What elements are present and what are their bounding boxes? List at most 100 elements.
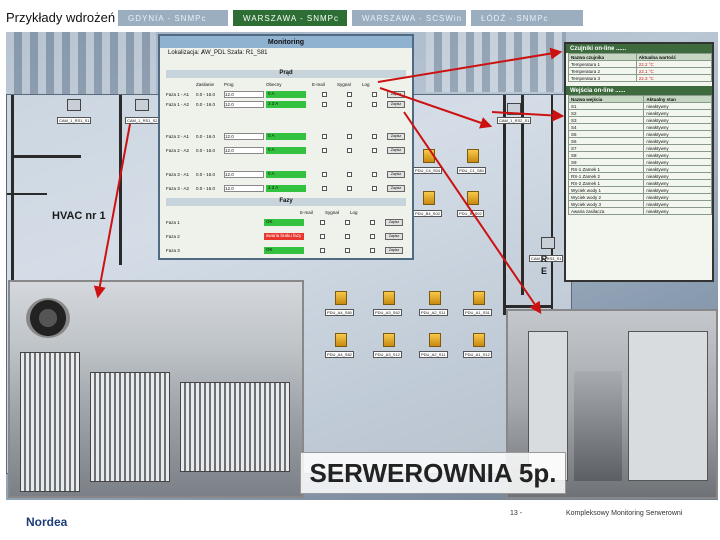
pdu-icon[interactable]	[467, 191, 479, 205]
status-cell: 0 A	[266, 147, 306, 154]
inputs-title: Wejścia on-line ......	[566, 86, 712, 95]
input-state: nieaktywny	[643, 200, 712, 208]
log-checkbox[interactable]	[372, 172, 377, 177]
prad-row: Faza 2 - A2 0.0 - 16.0 12.0 0 A Zapisz	[166, 146, 406, 155]
threshold-input[interactable]: 12.0	[224, 147, 264, 154]
pdu-icon[interactable]	[423, 191, 435, 205]
pdu-label: PDU_A4_S80	[325, 309, 354, 316]
pdu-icon[interactable]	[473, 291, 485, 305]
camera-icon[interactable]	[507, 103, 521, 115]
log-checkbox[interactable]	[370, 248, 375, 253]
log-checkbox[interactable]	[370, 220, 375, 225]
save-button[interactable]: Zapisz	[387, 91, 405, 98]
save-button[interactable]: Zapisz	[387, 171, 405, 178]
camera-icon[interactable]	[541, 237, 555, 249]
prad-row: Faza 3 - A2 0.0 - 16.0 12.0 2.3 A Zapisz	[166, 184, 406, 193]
camera-icon[interactable]	[135, 99, 149, 111]
rack	[90, 372, 170, 482]
input-name: Wyciek wody 3	[567, 200, 645, 208]
log-checkbox[interactable]	[372, 186, 377, 191]
sygnal-checkbox[interactable]	[347, 102, 352, 107]
prad-header-row: Zasilanie Prog Obecny E-mail Sygnal Log	[166, 80, 406, 88]
pdu-label: PDU_A3_S12	[373, 351, 402, 358]
pdu-label: PDU_C4_S04	[413, 167, 443, 174]
email-checkbox[interactable]	[322, 186, 327, 191]
log-checkbox[interactable]	[372, 92, 377, 97]
pdu-icon[interactable]	[335, 291, 347, 305]
threshold-input[interactable]: 12.0	[224, 91, 264, 98]
sygnal-checkbox[interactable]	[347, 134, 352, 139]
input-name: Wyciek wody 2	[567, 193, 645, 201]
save-button[interactable]: Zapisz	[387, 185, 405, 192]
sygnal-checkbox[interactable]	[347, 172, 352, 177]
header-prog: Prog	[224, 81, 234, 87]
row-range: 0.0 - 16.0	[196, 172, 216, 177]
email-checkbox[interactable]	[322, 134, 327, 139]
sygnal-checkbox[interactable]	[345, 248, 350, 253]
monitoring-window: Monitoring Lokalizacja: ȺW_PDL Szafa: R1…	[158, 34, 414, 260]
header-obecny: Obecny	[266, 81, 282, 87]
tab-warszawa-snmpc[interactable]: WARSZAWA - SNMPc	[233, 10, 347, 26]
email-checkbox[interactable]	[322, 92, 327, 97]
save-button[interactable]: Zapisz	[385, 219, 403, 226]
pdu-icon[interactable]	[335, 333, 347, 347]
row-name: Faza 1	[166, 220, 180, 225]
threshold-input[interactable]: 12.0	[224, 171, 264, 178]
email-checkbox[interactable]	[320, 220, 325, 225]
sensor-name: Temperatura 1	[568, 60, 637, 68]
input-state: nieaktywny	[643, 165, 712, 173]
input-name: S9	[567, 158, 645, 166]
input-state: nieaktywny	[643, 179, 712, 187]
tab-gdynia[interactable]: GDYNIA - SNMPc	[118, 10, 228, 26]
pdu-icon[interactable]	[429, 291, 441, 305]
sygnal-checkbox[interactable]	[347, 92, 352, 97]
save-button[interactable]: Zapisz	[385, 233, 403, 240]
server-room-photo	[8, 280, 304, 498]
log-checkbox[interactable]	[372, 102, 377, 107]
save-button[interactable]: Zapisz	[385, 247, 403, 254]
tab-warszawa-scswin[interactable]: WARSZAWA - SCSWin	[352, 10, 466, 26]
input-name: S5	[567, 130, 645, 138]
section-fazy: Fazy	[166, 198, 406, 206]
email-checkbox[interactable]	[322, 172, 327, 177]
threshold-input[interactable]: 12.0	[224, 185, 264, 192]
sygnal-checkbox[interactable]	[347, 148, 352, 153]
camera-icon[interactable]	[67, 99, 81, 111]
log-checkbox[interactable]	[372, 134, 377, 139]
wall	[503, 95, 506, 315]
sygnal-checkbox[interactable]	[347, 186, 352, 191]
sygnal-checkbox[interactable]	[345, 234, 350, 239]
input-state: nieaktywny	[643, 151, 712, 159]
log-checkbox[interactable]	[370, 234, 375, 239]
threshold-input[interactable]: 12.0	[224, 133, 264, 140]
threshold-input[interactable]: 12.0	[224, 101, 264, 108]
camera-label: CAM_1_RS2_S1	[497, 117, 532, 124]
save-button[interactable]: Zapisz	[387, 101, 405, 108]
log-checkbox[interactable]	[372, 148, 377, 153]
row-name: Faza 3	[166, 248, 180, 253]
sygnal-checkbox[interactable]	[345, 220, 350, 225]
pdu-label: PDU_A1_S12	[463, 351, 492, 358]
email-checkbox[interactable]	[320, 248, 325, 253]
wall	[503, 305, 553, 308]
pdu-icon[interactable]	[383, 333, 395, 347]
input-name: Wyciek wody 1	[567, 186, 645, 194]
save-button[interactable]: Zapisz	[387, 147, 405, 154]
pdu-icon[interactable]	[467, 149, 479, 163]
email-checkbox[interactable]	[322, 102, 327, 107]
tab-lodz[interactable]: ŁÓDŹ - SNMPc	[471, 10, 583, 26]
header-input-name: Nazwa wejścia	[567, 95, 645, 103]
header-log: Log	[362, 81, 370, 87]
pdu-icon[interactable]	[473, 333, 485, 347]
pdu-icon[interactable]	[429, 333, 441, 347]
email-checkbox[interactable]	[320, 234, 325, 239]
email-checkbox[interactable]	[322, 148, 327, 153]
status-cell: OK	[264, 219, 304, 226]
inputs-table: Nazwa wejścia Aktualny stan S1 nieaktywny …	[567, 95, 712, 215]
save-button[interactable]: Zapisz	[387, 133, 405, 140]
input-name: S8	[567, 151, 645, 159]
pdu-icon[interactable]	[383, 291, 395, 305]
row-name: Faza 1 - A2	[166, 102, 190, 107]
pdu-icon[interactable]	[423, 149, 435, 163]
monitoring-info: Lokalizacja: ȺW_PDL Szafa: R1_S81	[168, 50, 268, 56]
